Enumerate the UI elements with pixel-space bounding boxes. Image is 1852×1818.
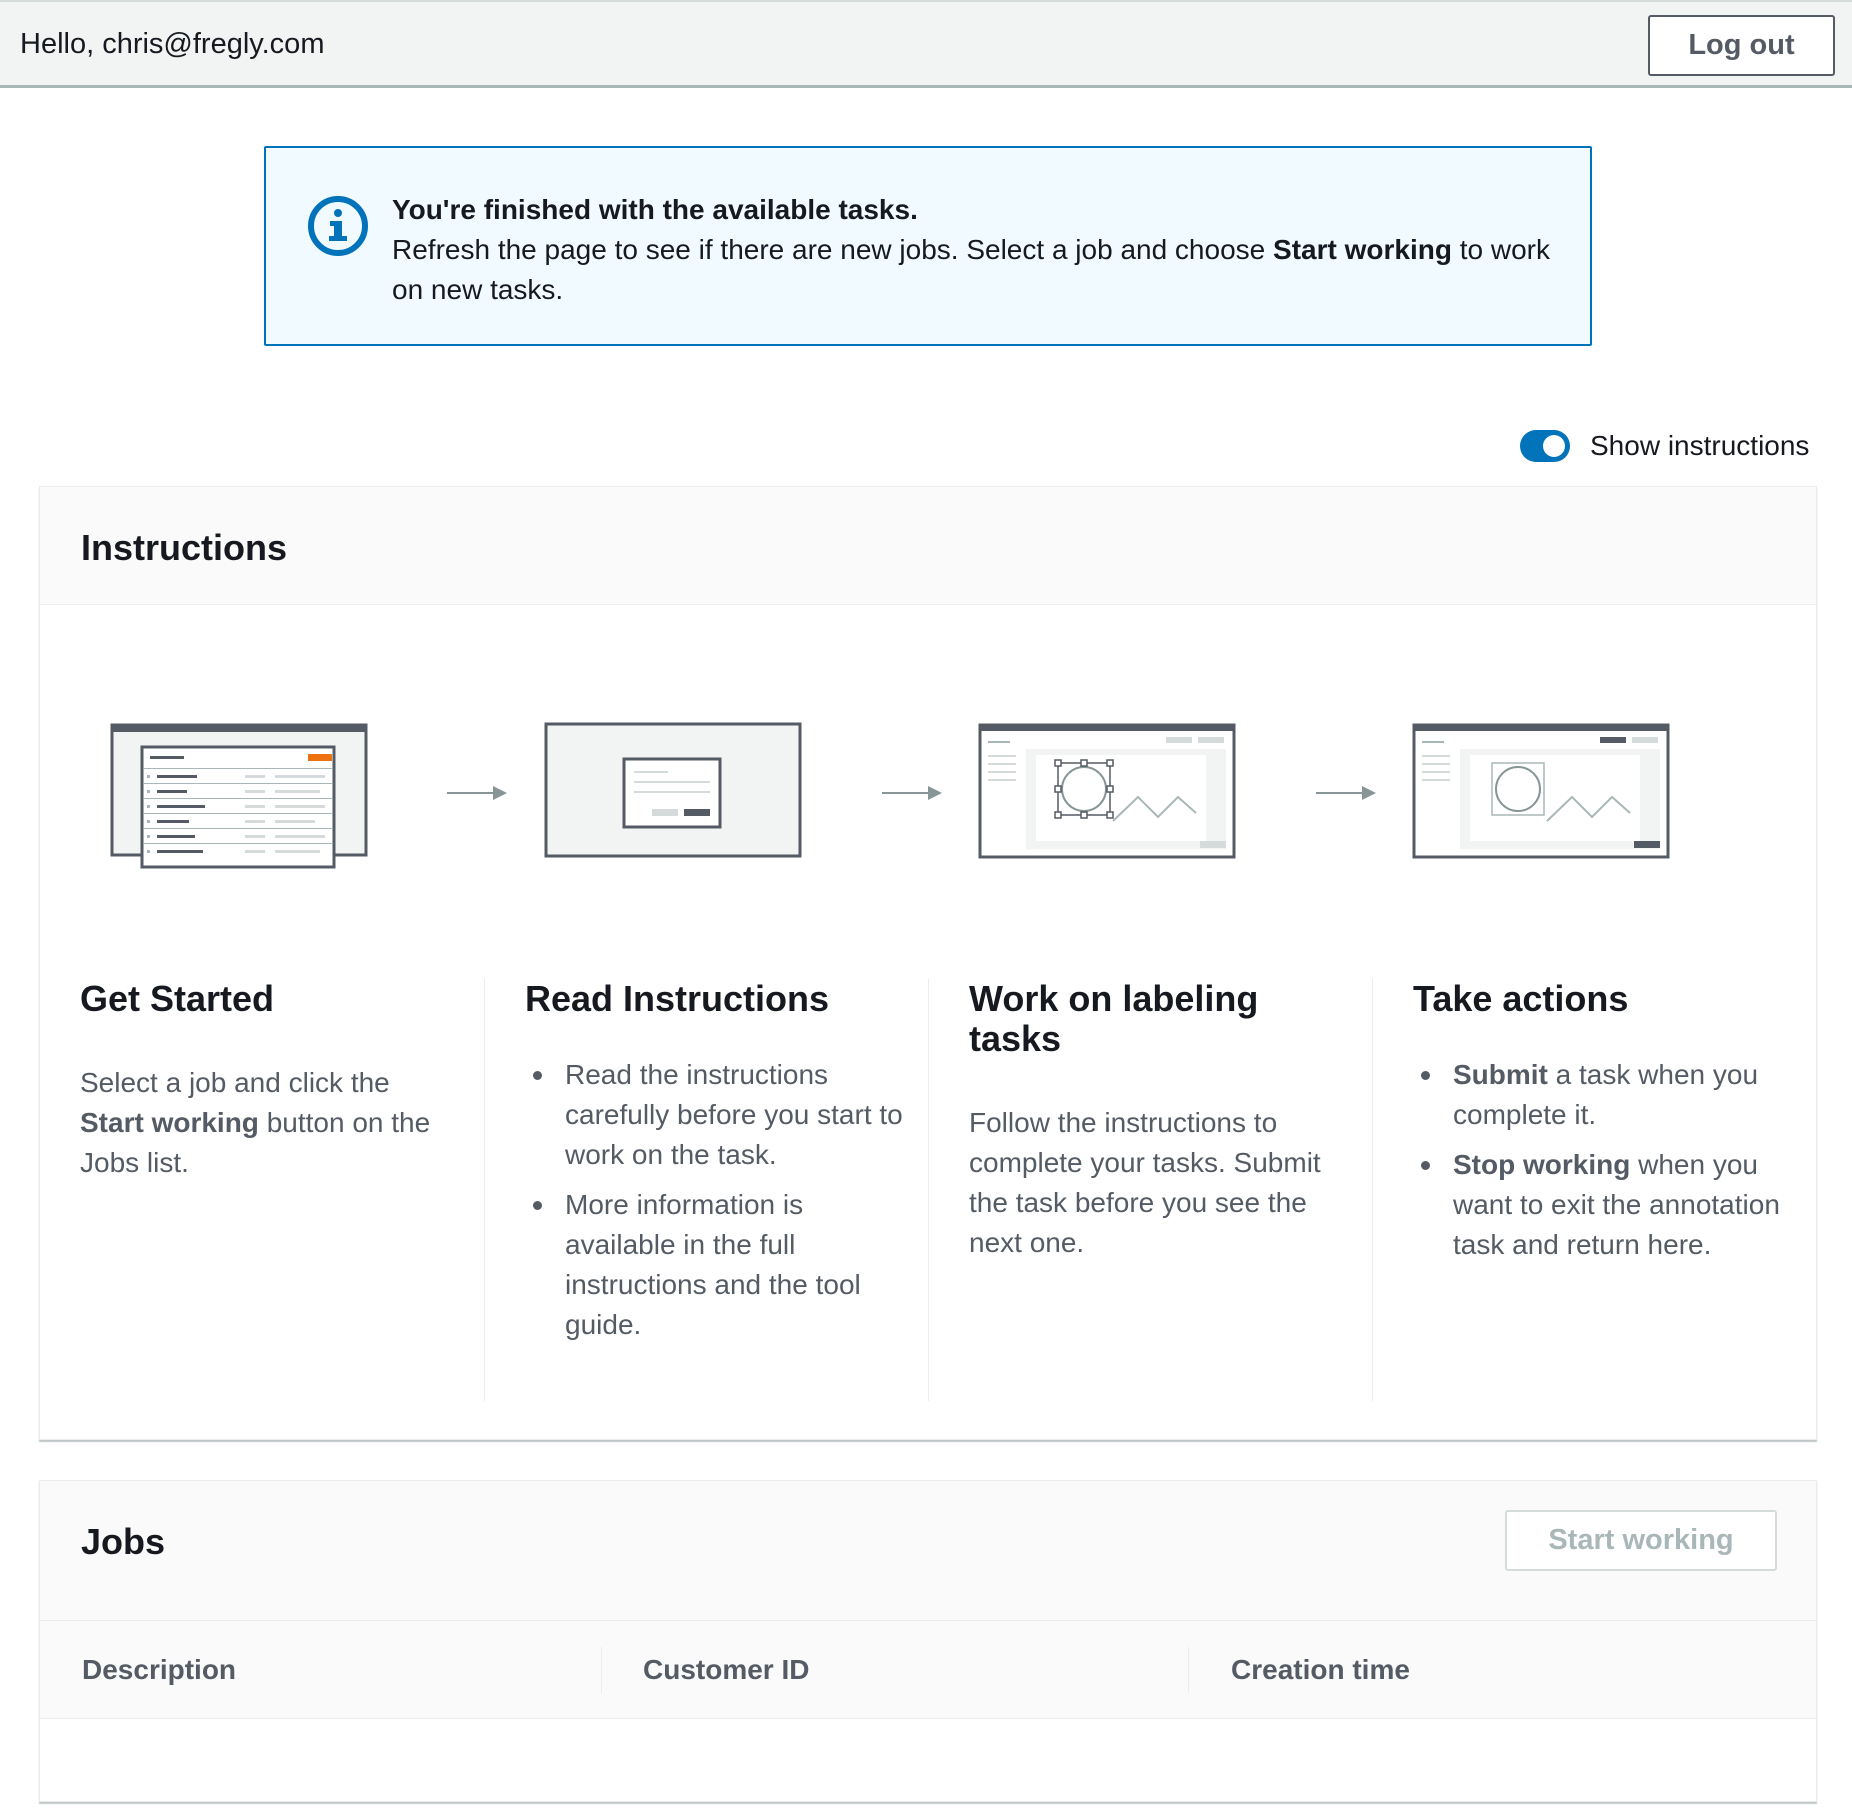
info-alert: You're finished with the available tasks…	[264, 146, 1592, 346]
instructions-title: Instructions	[81, 527, 288, 568]
user-greeting: Hello, chris@fregly.com	[20, 28, 325, 60]
jobs-panel: Jobs Start working Description Customer …	[39, 1480, 1817, 1802]
step-bullet: Read the instructions carefully before y…	[525, 1055, 910, 1175]
column-header-description[interactable]: Description	[82, 1621, 236, 1719]
step-take-actions: Take actions Submit a task when you comp…	[1372, 979, 1816, 1401]
step-bullet-emphasis: Submit	[1453, 1059, 1548, 1090]
jobs-header: Jobs Start working	[40, 1481, 1816, 1621]
column-header-customer-id[interactable]: Customer ID	[643, 1621, 809, 1719]
logout-button[interactable]: Log out	[1648, 15, 1835, 76]
jobs-table-header: Description Customer ID Creation time	[40, 1621, 1816, 1719]
step-read-instructions: Read Instructions Read the instructions …	[484, 979, 928, 1401]
step-bullet: More information is available in the ful…	[525, 1185, 910, 1345]
column-divider	[1188, 1647, 1189, 1693]
step-title: Read Instructions	[525, 978, 830, 1019]
alert-body: Refresh the page to see if there are new…	[392, 234, 1274, 265]
alert-message: You're finished with the available tasks…	[392, 190, 1562, 310]
arrow-right-icon	[447, 786, 507, 800]
step-body: Follow the instructions to complete your…	[969, 1107, 1321, 1258]
step-get-started: Get Started Select a job and click the S…	[40, 979, 484, 1401]
jobs-list-illustration	[110, 723, 368, 869]
jobs-title: Jobs	[81, 1521, 166, 1562]
arrow-right-icon	[1316, 786, 1376, 800]
instructions-panel: Instructions Get Started Select a job an…	[39, 486, 1817, 1440]
step-title: Get Started	[80, 978, 275, 1019]
step-bullet-emphasis: Stop working	[1453, 1149, 1631, 1180]
step-bullet: Submit a task when you complete it.	[1413, 1055, 1798, 1135]
step-bullet: Stop working when you want to exit the a…	[1413, 1145, 1798, 1265]
step-work-on-tasks: Work on labeling tasks Follow the instru…	[928, 979, 1372, 1401]
submit-task-illustration	[1412, 723, 1670, 859]
top-bar: Hello, chris@fregly.com Log out	[0, 0, 1852, 88]
instructions-header: Instructions	[40, 487, 1816, 605]
info-icon	[308, 196, 368, 256]
show-instructions-control: Show instructions	[1520, 428, 1809, 464]
arrow-right-icon	[882, 786, 942, 800]
start-working-button[interactable]: Start working	[1505, 1510, 1777, 1571]
show-instructions-label: Show instructions	[1590, 430, 1810, 461]
instructions-dialog-illustration	[544, 722, 802, 858]
alert-title: You're finished with the available tasks…	[392, 194, 918, 225]
labeling-tool-illustration	[978, 723, 1236, 859]
step-body-emphasis: Start working	[80, 1107, 259, 1138]
step-bullets: Read the instructions carefully before y…	[525, 1055, 910, 1355]
alert-body-emphasis: Start working	[1273, 234, 1452, 265]
column-divider	[601, 1647, 602, 1693]
toggle-knob	[1543, 435, 1565, 457]
step-body: Select a job and click the Start working…	[80, 1063, 460, 1183]
step-title: Work on labeling tasks	[969, 978, 1259, 1059]
step-bullets: Submit a task when you complete it. Stop…	[1413, 1055, 1798, 1275]
column-header-creation-time[interactable]: Creation time	[1231, 1621, 1410, 1719]
show-instructions-toggle[interactable]	[1520, 430, 1570, 462]
step-title: Take actions	[1413, 978, 1629, 1019]
step-body-text: Select a job and click the	[80, 1067, 390, 1098]
